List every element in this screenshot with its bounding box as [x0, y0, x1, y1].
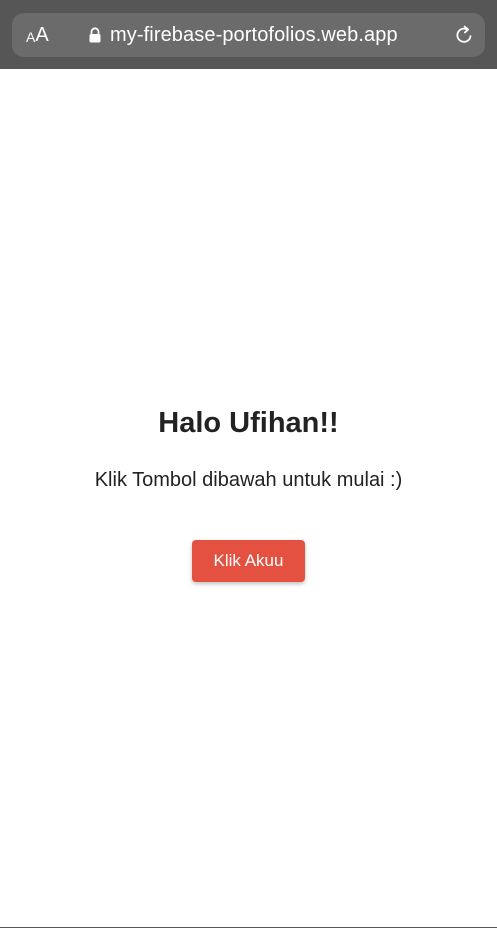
- page-content: Halo Ufihan!! Klik Tombol dibawah untuk …: [0, 69, 497, 927]
- page-subtitle: Klik Tombol dibawah untuk mulai :): [94, 469, 403, 491]
- text-size-large-glyph: A: [35, 24, 49, 46]
- lock-icon: [89, 27, 101, 43]
- url-field[interactable]: my-firebase-portofolios.web.app: [88, 13, 398, 57]
- address-bar[interactable]: A A my-firebase-portofolios.web.app: [12, 13, 485, 57]
- reload-icon[interactable]: [453, 24, 475, 46]
- page-title: Halo Ufihan!!: [158, 407, 339, 439]
- url-text: my-firebase-portofolios.web.app: [110, 23, 398, 46]
- text-size-small-glyph: A: [26, 29, 36, 45]
- klik-akuu-button[interactable]: Klik Akuu: [192, 540, 305, 582]
- text-size-button[interactable]: A A: [26, 13, 49, 57]
- browser-toolbar: A A my-firebase-portofolios.web.app: [0, 0, 497, 69]
